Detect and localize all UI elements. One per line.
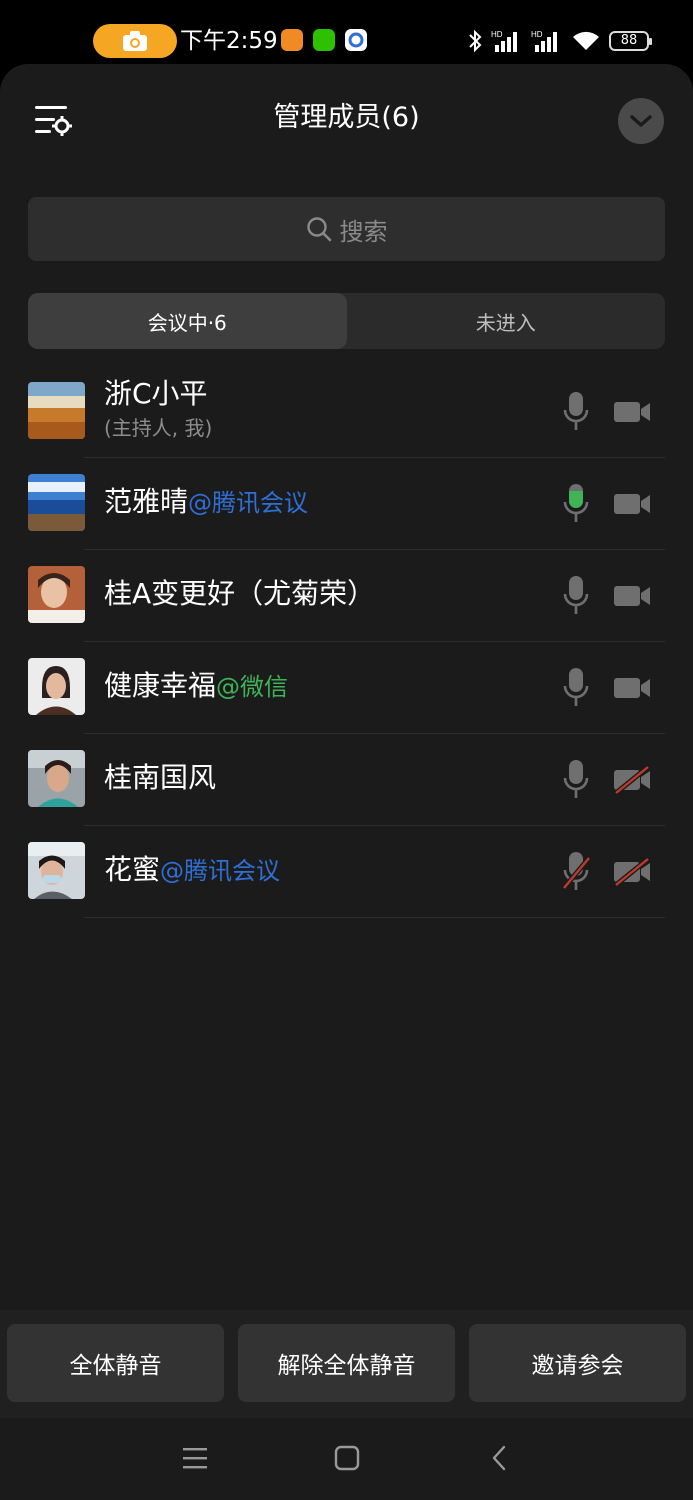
mute-all-button[interactable]: 全体静音 xyxy=(7,1324,224,1402)
signal-hd-2-icon: HD xyxy=(531,30,557,52)
system-nav-bar xyxy=(0,1418,693,1500)
video-camera-icon[interactable] xyxy=(612,397,652,427)
search-icon xyxy=(306,217,331,242)
member-name: 健康幸福 xyxy=(104,669,217,702)
member-name-line: 浙C小平 xyxy=(104,376,208,412)
list-item[interactable]: 桂南国风 xyxy=(0,734,693,826)
status-bar: 下午2:59 HD HD 88 xyxy=(0,0,693,64)
avatar xyxy=(28,566,85,623)
app-badge-icon xyxy=(281,29,303,51)
screen-record-pill[interactable] xyxy=(93,24,177,58)
list-item[interactable]: 桂A变更好（尤菊荣） xyxy=(0,550,693,642)
status-icons: HD HD 88 xyxy=(467,26,652,56)
unmute-all-button[interactable]: 解除全体静音 xyxy=(238,1324,455,1402)
avatar xyxy=(28,382,85,439)
video-camera-icon[interactable] xyxy=(612,673,652,703)
list-item[interactable]: 花蜜@腾讯会议 xyxy=(0,826,693,918)
member-list: 浙C小平 (主持人, 我) 范雅晴@腾讯会议 桂A变更好（尤菊荣） 健康幸福@微… xyxy=(0,366,693,918)
member-source-tag: @腾讯会议 xyxy=(188,489,309,517)
member-name: 花蜜 xyxy=(104,853,161,886)
tab-not-joined[interactable]: 未进入 xyxy=(347,293,666,349)
member-tabs: 会议中·6 未进入 xyxy=(28,293,665,349)
member-name-line: 范雅晴@腾讯会议 xyxy=(104,484,308,521)
row-divider xyxy=(84,917,665,918)
avatar xyxy=(28,750,85,807)
video-camera-off-icon[interactable] xyxy=(612,765,652,795)
avatar xyxy=(28,658,85,715)
microphone-icon[interactable] xyxy=(562,390,590,434)
member-name-line: 桂A变更好（尤菊荣） xyxy=(104,576,375,612)
member-role: (主持人, 我) xyxy=(104,416,213,440)
member-name: 浙C小平 xyxy=(104,377,208,410)
bluetooth-icon xyxy=(469,29,482,53)
chevron-down-icon xyxy=(630,115,652,127)
member-source-tag: @微信 xyxy=(216,673,289,701)
list-item[interactable]: 浙C小平 (主持人, 我) xyxy=(0,366,693,458)
list-item[interactable]: 范雅晴@腾讯会议 xyxy=(0,458,693,550)
microphone-icon[interactable] xyxy=(562,666,590,710)
signal-hd-1-icon: HD xyxy=(491,30,517,52)
status-time: 下午2:59 xyxy=(180,28,278,54)
tab-in-meeting[interactable]: 会议中·6 xyxy=(28,293,347,349)
camera-icon xyxy=(123,31,147,51)
wifi-icon xyxy=(573,31,599,50)
video-camera-off-icon[interactable] xyxy=(612,857,652,887)
wechat-icon xyxy=(313,29,335,51)
svg-text:HD: HD xyxy=(491,30,503,39)
invite-button[interactable]: 邀请参会 xyxy=(469,1324,686,1402)
search-input[interactable]: 搜索 xyxy=(28,197,665,261)
member-source-tag: @腾讯会议 xyxy=(160,857,281,885)
member-name: 范雅晴 xyxy=(104,485,189,518)
action-bar: 全体静音 解除全体静音 邀请参会 xyxy=(0,1310,693,1418)
member-management-sheet: 管理成员(6) 搜索 会议中·6 未进入 浙C小平 (主持人, 我) 范雅晴@腾… xyxy=(0,64,693,1418)
avatar xyxy=(28,842,85,899)
member-name: 桂A变更好（尤菊荣） xyxy=(104,577,376,610)
video-camera-icon[interactable] xyxy=(612,489,652,519)
member-name-line: 健康幸福@微信 xyxy=(104,668,288,705)
tencent-meeting-icon xyxy=(345,29,367,51)
search-placeholder: 搜索 xyxy=(339,217,388,246)
menu-icon[interactable] xyxy=(181,1444,209,1472)
collapse-button[interactable] xyxy=(618,98,664,144)
home-icon[interactable] xyxy=(333,1444,361,1472)
microphone-icon[interactable] xyxy=(562,758,590,802)
svg-text:HD: HD xyxy=(531,30,543,39)
video-camera-icon[interactable] xyxy=(612,581,652,611)
list-item[interactable]: 健康幸福@微信 xyxy=(0,642,693,734)
member-name-line: 花蜜@腾讯会议 xyxy=(104,852,280,889)
back-icon[interactable] xyxy=(486,1444,514,1472)
microphone-off-icon[interactable] xyxy=(562,850,590,894)
page-title: 管理成员(6) xyxy=(273,102,420,133)
battery-level: 88 xyxy=(620,33,638,48)
member-name-line: 桂南国风 xyxy=(104,760,216,796)
avatar xyxy=(28,474,85,531)
battery-icon: 88 xyxy=(609,31,652,51)
microphone-active-icon[interactable] xyxy=(562,482,590,526)
microphone-icon[interactable] xyxy=(562,574,590,618)
member-name: 桂南国风 xyxy=(104,761,217,794)
